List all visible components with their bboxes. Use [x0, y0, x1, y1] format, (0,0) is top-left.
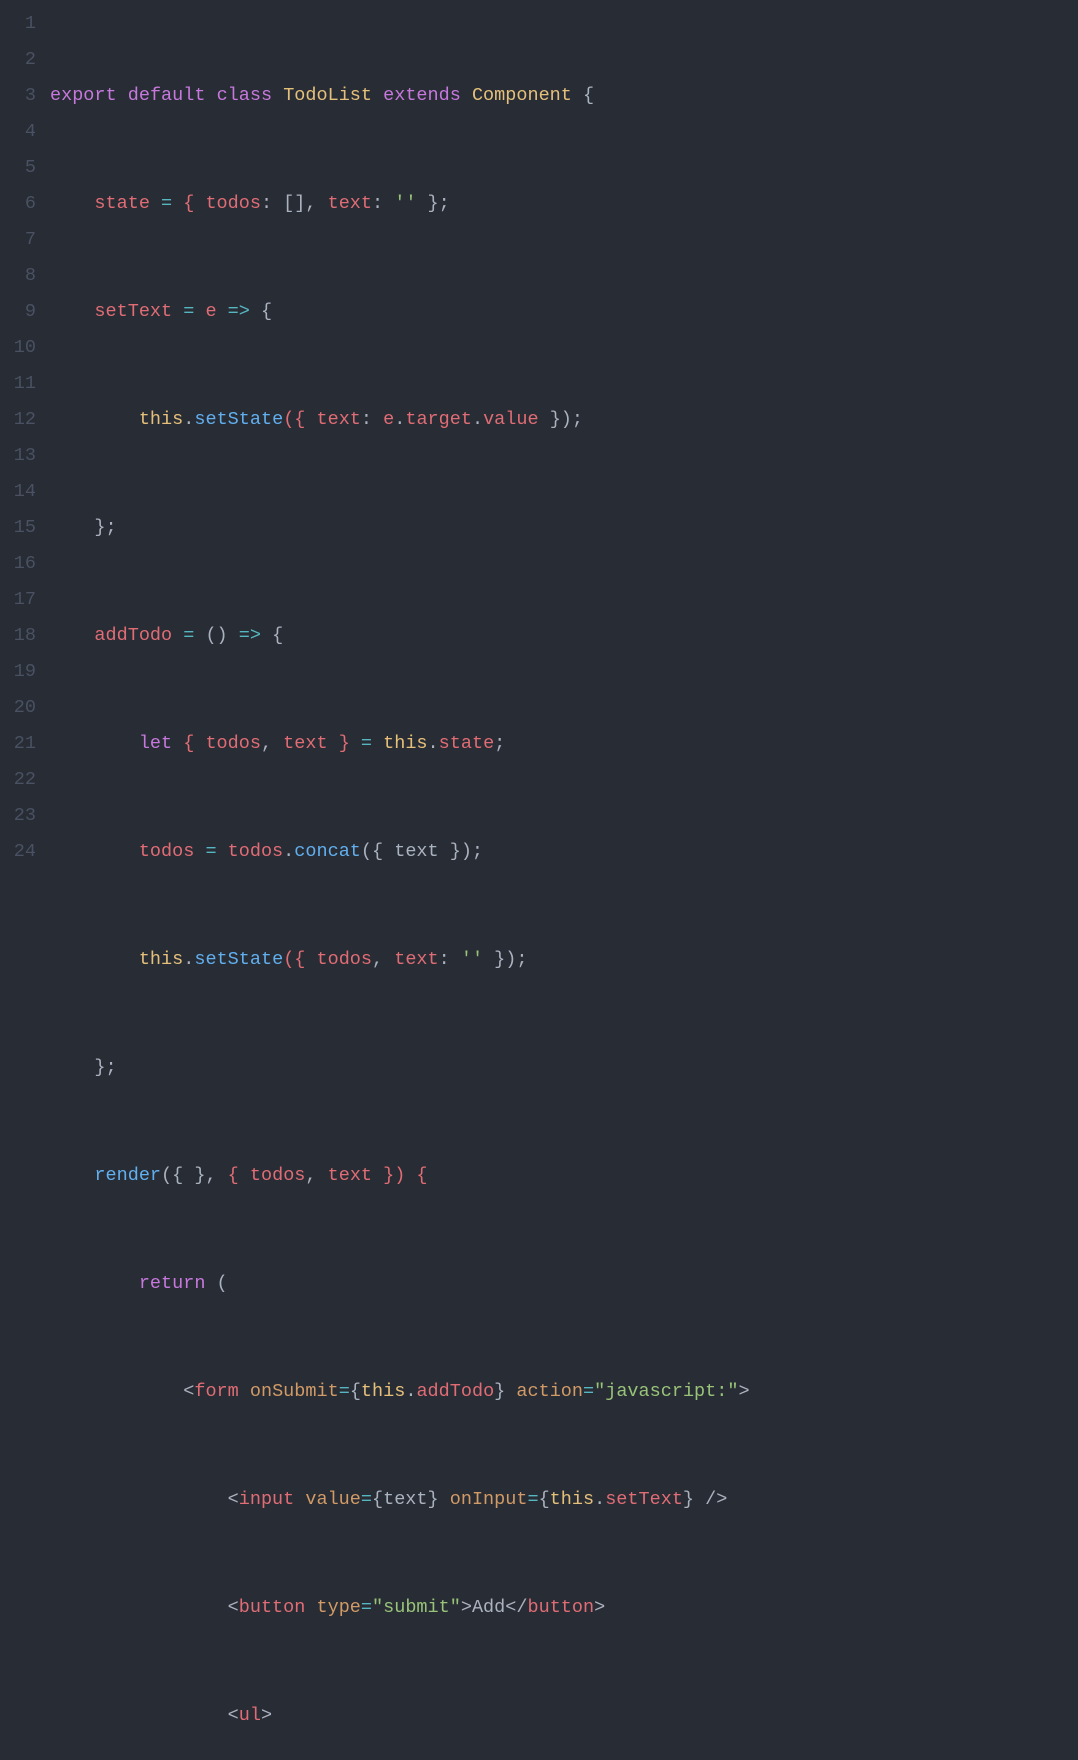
line-number: 23 [0, 798, 36, 834]
line-number: 13 [0, 438, 36, 474]
line-number: 14 [0, 474, 36, 510]
code-line: todos = todos.concat({ text }); [50, 834, 1078, 870]
line-number: 2 [0, 42, 36, 78]
line-number: 1 [0, 6, 36, 42]
line-number: 19 [0, 654, 36, 690]
line-number: 8 [0, 258, 36, 294]
line-number: 18 [0, 618, 36, 654]
line-number: 6 [0, 186, 36, 222]
code-line: export default class TodoList extends Co… [50, 78, 1078, 114]
code-line: render({ }, { todos, text }) { [50, 1158, 1078, 1194]
line-number-gutter: 1 2 3 4 5 6 7 8 9 10 11 12 13 14 15 16 1… [0, 6, 50, 1760]
code-line: <form onSubmit={this.addTodo} action="ja… [50, 1374, 1078, 1410]
line-number: 16 [0, 546, 36, 582]
code-line: }; [50, 510, 1078, 546]
line-number: 4 [0, 114, 36, 150]
line-number: 15 [0, 510, 36, 546]
line-number: 3 [0, 78, 36, 114]
line-number: 10 [0, 330, 36, 366]
code-line: state = { todos: [], text: '' }; [50, 186, 1078, 222]
line-number: 9 [0, 294, 36, 330]
line-number: 24 [0, 834, 36, 870]
line-number: 5 [0, 150, 36, 186]
line-number: 11 [0, 366, 36, 402]
code-line: return ( [50, 1266, 1078, 1302]
code-editor[interactable]: 1 2 3 4 5 6 7 8 9 10 11 12 13 14 15 16 1… [0, 0, 1078, 1760]
code-line: <input value={text} onInput={this.setTex… [50, 1482, 1078, 1518]
line-number: 22 [0, 762, 36, 798]
code-line: addTodo = () => { [50, 618, 1078, 654]
code-line: let { todos, text } = this.state; [50, 726, 1078, 762]
line-number: 21 [0, 726, 36, 762]
code-content[interactable]: export default class TodoList extends Co… [50, 6, 1078, 1760]
code-line: this.setState({ text: e.target.value }); [50, 402, 1078, 438]
line-number: 12 [0, 402, 36, 438]
code-line: setText = e => { [50, 294, 1078, 330]
code-line: <ul> [50, 1698, 1078, 1734]
code-line: }; [50, 1050, 1078, 1086]
line-number: 17 [0, 582, 36, 618]
line-number: 20 [0, 690, 36, 726]
line-number: 7 [0, 222, 36, 258]
code-line: <button type="submit">Add</button> [50, 1590, 1078, 1626]
code-line: this.setState({ todos, text: '' }); [50, 942, 1078, 978]
